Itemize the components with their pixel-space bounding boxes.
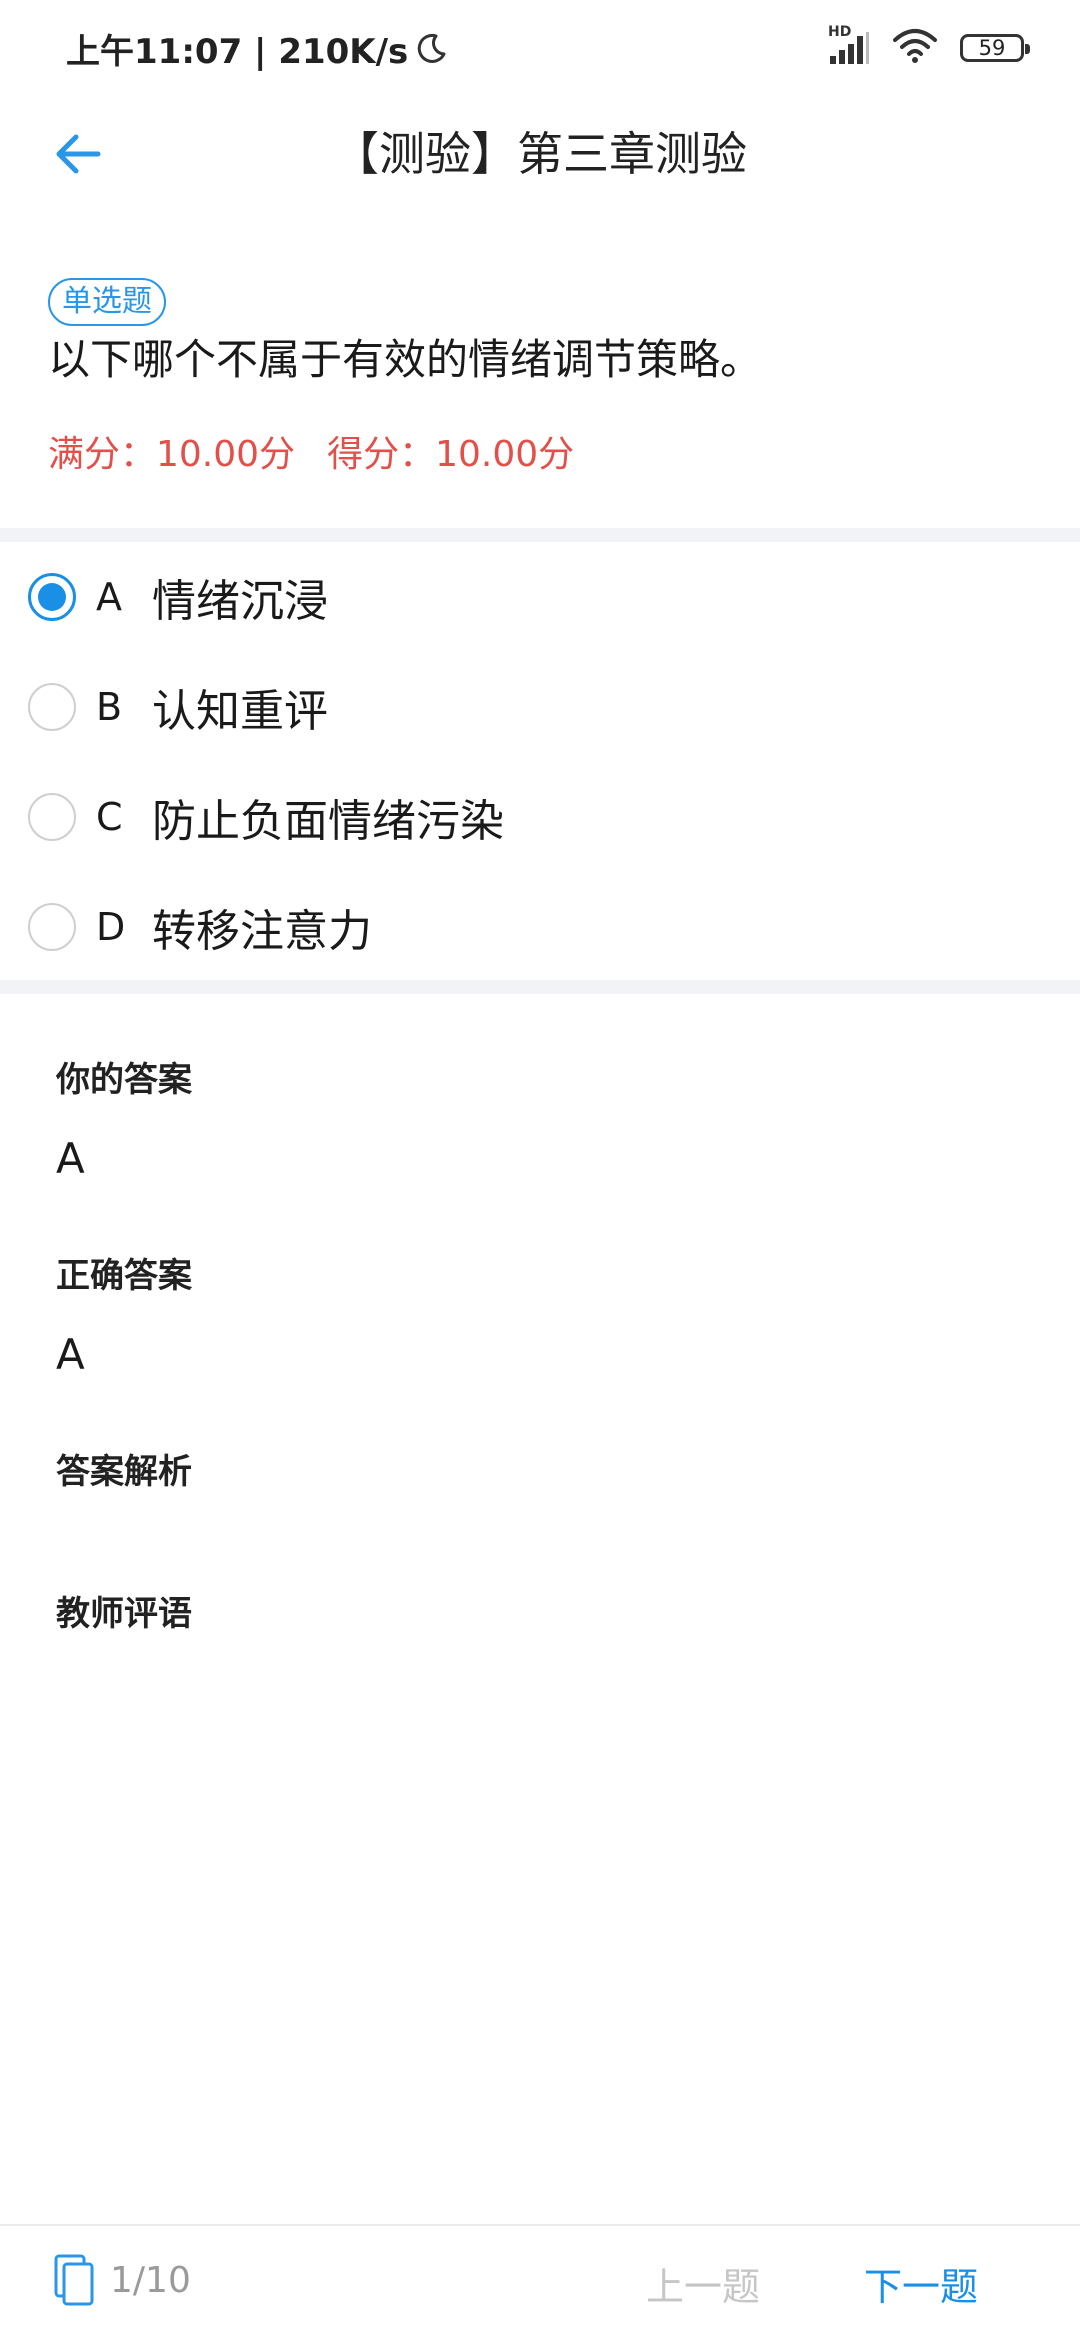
back-button[interactable] bbox=[46, 122, 110, 186]
status-time-speed: 上午11:07 | 210K/s bbox=[66, 31, 409, 72]
divider bbox=[0, 980, 1080, 994]
question-text: 以下哪个不属于有效的情绪调节策略。 bbox=[48, 335, 763, 384]
option-b[interactable]: B 认知重评 bbox=[0, 652, 1080, 762]
option-letter: B bbox=[96, 685, 123, 729]
page-indicator[interactable]: 1/10 bbox=[52, 2252, 191, 2308]
your-answer-label: 你的答案 bbox=[56, 1060, 192, 1100]
option-letter: A bbox=[96, 575, 122, 619]
status-bar: 上午11:07 | 210K/s HD 59 bbox=[0, 0, 1080, 96]
score-line: 满分：10.00分 得分：10.00分 bbox=[48, 430, 574, 480]
header: 【测验】第三章测验 bbox=[0, 96, 1080, 212]
radio-unselected-icon[interactable] bbox=[28, 683, 76, 731]
battery-level: 59 bbox=[978, 36, 1006, 60]
page-title: 【测验】第三章测验 bbox=[333, 127, 747, 181]
back-arrow-icon bbox=[56, 134, 101, 174]
option-letter: D bbox=[96, 905, 126, 949]
your-answer-value: A bbox=[56, 1134, 85, 1183]
full-score: 满分：10.00分 bbox=[48, 434, 296, 475]
divider bbox=[0, 528, 1080, 542]
option-a[interactable]: A 情绪沉浸 bbox=[0, 542, 1080, 652]
battery-icon: 59 bbox=[960, 34, 1030, 62]
status-left: 上午11:07 | 210K/s bbox=[66, 22, 448, 74]
next-question-button[interactable]: 下一题 bbox=[864, 2256, 978, 2311]
option-c[interactable]: C 防止负面情绪污染 bbox=[0, 762, 1080, 872]
wifi-icon bbox=[892, 28, 938, 68]
signal-icon: HD bbox=[828, 24, 870, 66]
page-count: 1/10 bbox=[110, 2259, 191, 2301]
answer-section: 你的答案 A 正确答案 A 答案解析 教师评语 bbox=[0, 994, 1080, 1694]
moon-icon bbox=[416, 32, 448, 64]
copy-pages-icon bbox=[54, 2254, 94, 2306]
teacher-comment-label: 教师评语 bbox=[56, 1594, 192, 1634]
options-list: A 情绪沉浸 B 认知重评 C 防止负面情绪污染 D 转移注意力 bbox=[0, 542, 1080, 980]
question-block: 单选题 以下哪个不属于有效的情绪调节策略。 满分：10.00分 得分：10.00分 bbox=[0, 212, 1080, 528]
analysis-label: 答案解析 bbox=[56, 1452, 192, 1492]
option-letter: C bbox=[96, 795, 123, 839]
option-d[interactable]: D 转移注意力 bbox=[0, 872, 1080, 982]
option-text: 认知重评 bbox=[152, 686, 328, 737]
option-text: 转移注意力 bbox=[152, 906, 372, 957]
bottom-bar: 1/10 上一题 下一题 bbox=[0, 2224, 1080, 2340]
option-text: 防止负面情绪污染 bbox=[152, 796, 504, 847]
radio-unselected-icon[interactable] bbox=[28, 903, 76, 951]
status-right: HD 59 bbox=[806, 24, 1030, 70]
radio-selected-icon[interactable] bbox=[28, 573, 76, 621]
correct-answer-value: A bbox=[56, 1330, 85, 1379]
option-text: 情绪沉浸 bbox=[152, 576, 328, 627]
radio-unselected-icon[interactable] bbox=[28, 793, 76, 841]
obtained-score: 得分：10.00分 bbox=[327, 434, 575, 475]
correct-answer-label: 正确答案 bbox=[56, 1256, 192, 1296]
prev-question-button[interactable]: 上一题 bbox=[646, 2256, 760, 2311]
question-type-badge: 单选题 bbox=[48, 278, 166, 326]
